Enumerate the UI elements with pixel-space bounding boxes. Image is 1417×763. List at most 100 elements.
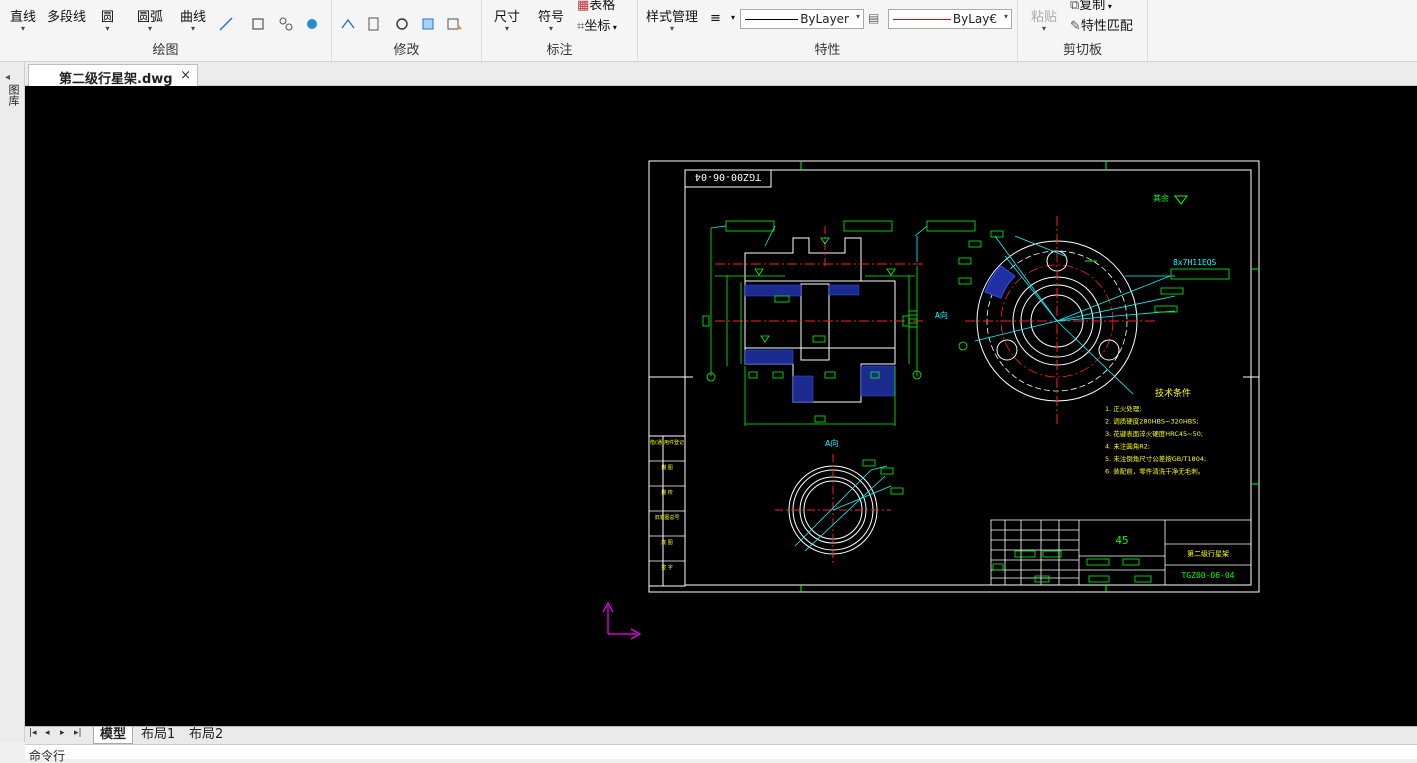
polyline-label: 多段线 xyxy=(47,10,87,25)
draw-panel: 直线 ▾ 多段线 圆 ▾ 圆弧 ▾ 曲线 ▾ 绘图 xyxy=(0,0,332,61)
left-label: 借(通)用件登记 xyxy=(650,439,684,446)
arc-button[interactable]: 圆弧 ▾ xyxy=(137,6,163,33)
chevron-down-icon: ▾ xyxy=(148,24,153,33)
tech-requirement-item: 4. 未注圆角R2; xyxy=(1105,442,1150,451)
chevron-down-icon: ▾ xyxy=(105,24,110,33)
color-icon[interactable]: ▤ xyxy=(868,11,879,25)
scale-icon[interactable] xyxy=(420,16,436,32)
copy-button[interactable]: ⧉复制 ▾ xyxy=(1070,0,1112,13)
command-line[interactable]: 命令行 xyxy=(25,744,1417,763)
arc-label: 圆弧 xyxy=(137,10,164,25)
dimension-button[interactable]: 尺寸 ▾ xyxy=(494,6,520,33)
rotate-icon[interactable] xyxy=(394,16,410,32)
document-tab-title: 第二级行星架.dwg xyxy=(59,72,173,87)
command-line-prompt: 命令行 xyxy=(29,749,66,763)
tab-layout2[interactable]: 布局2 xyxy=(183,727,229,744)
table-icon: ▦ xyxy=(577,0,590,13)
table-button[interactable]: ▦表格 xyxy=(577,0,615,13)
region-icon[interactable] xyxy=(304,16,320,32)
symbol-button[interactable]: 符号 ▾ xyxy=(538,6,564,33)
brush-icon: ✎ xyxy=(1070,19,1081,34)
copy-icon: ⧉ xyxy=(1070,0,1080,13)
roughness-symbol xyxy=(1174,195,1188,205)
tech-requirement-item: 3. 花键表面淬火硬度HRC45~50; xyxy=(1105,429,1203,438)
tech-requirements-title: 技术条件 xyxy=(1155,387,1191,399)
table-label: 表格 xyxy=(589,0,616,13)
close-icon[interactable]: × xyxy=(180,68,191,83)
spline-spec: 8x7H11EQS xyxy=(1173,258,1217,267)
properties-panel-title: 特性 xyxy=(814,43,841,58)
left-label: 旧底图总号 xyxy=(654,514,679,521)
chevron-down-icon: ▾ xyxy=(21,24,26,33)
sidebar-pin-icon[interactable]: ◂ xyxy=(5,72,10,83)
document-tab-bar: 第二级行星架.dwg × xyxy=(0,62,1417,87)
chevron-down-icon: ▾ xyxy=(191,24,196,33)
paste-label: 粘贴 xyxy=(1031,10,1058,25)
ribbon: 直线 ▾ 多段线 圆 ▾ 圆弧 ▾ 曲线 ▾ 绘图 修改 尺寸 ▾ 符号 ▾ ▦表格 ⌗坐标… xyxy=(0,0,1417,62)
side-view-label: A向 xyxy=(935,310,948,320)
document-tab[interactable]: 第二级行星架.dwg × xyxy=(28,64,198,87)
sidebar-library-tab[interactable]: 图库 xyxy=(5,84,20,106)
library-sidebar: ◂ 图库 xyxy=(0,62,25,742)
dimension-label: 尺寸 xyxy=(494,10,521,25)
sheet-outer-border xyxy=(648,160,1260,593)
draw-panel-title: 绘图 xyxy=(152,43,179,58)
roughness-note: 其余 xyxy=(1153,193,1169,203)
modify-panel: 修改 xyxy=(332,0,482,61)
chevron-down-icon: ▾ xyxy=(549,24,554,33)
tech-requirement-item: 2. 调质硬度280HBS~320HBS; xyxy=(1105,417,1198,426)
coordinate-label: 坐标 xyxy=(584,19,611,34)
properties-panel: 样式管理 ▾ ≡ ▾ ByLayer ▾ ▤ ByLay€ ▾ 特性 xyxy=(638,0,1018,61)
layout-tab-bar: |◂ ◂ ▸ ▸| 模型 布局1 布局2 xyxy=(25,726,1417,744)
left-label: 描 图 xyxy=(661,464,673,471)
prev-layout-icon[interactable]: ◂ xyxy=(45,728,50,738)
copy-label: 复制 xyxy=(1079,0,1106,13)
a-view-label: A向 xyxy=(825,438,838,448)
paste-button[interactable]: 粘贴 ▾ xyxy=(1031,6,1057,33)
tab-model[interactable]: 模型 xyxy=(93,727,134,744)
match-properties-label: 特性匹配 xyxy=(1080,19,1133,34)
circle-label: 圆 xyxy=(101,10,115,25)
tech-requirements-list: 1. 正火处理; 2. 调质硬度280HBS~320HBS; 3. 花键表面淬火硬度… xyxy=(1105,404,1206,476)
mirrored-part-code: TGZ00-06-04 xyxy=(695,171,761,182)
hatch-icon[interactable] xyxy=(278,16,294,32)
title-block-part-name: 第二级行星架 xyxy=(1187,549,1229,558)
linetype-dropdown[interactable]: ByLayer ▾ xyxy=(740,9,864,29)
annotate-panel: 尺寸 ▾ 符号 ▾ ▦表格 ⌗坐标 ▾ 标注 xyxy=(482,0,638,61)
tech-requirement-item: 5. 未注倒角尺寸公差按GB/T1804; xyxy=(1105,454,1206,463)
lineweight-icon[interactable]: ≡ xyxy=(710,11,721,26)
move-icon[interactable] xyxy=(340,16,356,32)
last-layout-icon[interactable]: ▸| xyxy=(74,728,82,738)
style-manager-label: 样式管理 xyxy=(646,10,699,25)
curve-label: 曲线 xyxy=(180,10,207,25)
chevron-down-icon[interactable]: ▾ xyxy=(731,13,735,22)
copy-object-icon[interactable] xyxy=(366,16,382,32)
tech-requirement-item: 1. 正火处理; xyxy=(1105,404,1141,413)
tab-layout1[interactable]: 布局1 xyxy=(135,727,181,744)
linetype-value: ByLayer xyxy=(798,12,849,26)
modify-panel-title: 修改 xyxy=(393,43,420,58)
circle-button[interactable]: 圆 ▾ xyxy=(101,6,114,33)
match-properties-button[interactable]: ✎特性匹配 xyxy=(1070,15,1133,34)
style-manager-button[interactable]: 样式管理 ▾ xyxy=(646,6,698,33)
rectangle-icon[interactable] xyxy=(250,16,266,32)
color-dropdown[interactable]: ByLay€ ▾ xyxy=(888,9,1012,29)
chevron-down-icon: ▾ xyxy=(855,12,860,21)
first-layout-icon[interactable]: |◂ xyxy=(29,728,37,738)
next-layout-icon[interactable]: ▸ xyxy=(60,728,65,738)
polyline-button[interactable]: 多段线 xyxy=(47,6,86,25)
chevron-down-icon: ▾ xyxy=(1042,24,1047,33)
line-label: 直线 xyxy=(10,10,37,25)
left-label: 描 校 xyxy=(661,489,673,496)
section-view xyxy=(702,220,976,426)
construction-line-icon[interactable] xyxy=(218,16,234,32)
left-labels: 借(通)用件登记描 图描 校旧底图总号底 图签 字 xyxy=(649,439,685,587)
curve-button[interactable]: 曲线 ▾ xyxy=(180,6,206,33)
coordinate-button[interactable]: ⌗坐标 ▾ xyxy=(577,15,617,34)
array-icon[interactable] xyxy=(446,16,462,32)
a-view xyxy=(775,454,904,564)
drawing-canvas[interactable]: TGZ00-06-04 借(通)用件登记描 图描 校旧底图总号底 图签 字 A向… xyxy=(25,86,1417,726)
sheet-inner-border xyxy=(684,169,1252,586)
line-button[interactable]: 直线 ▾ xyxy=(10,6,36,33)
chevron-down-icon: ▾ xyxy=(1105,2,1112,11)
